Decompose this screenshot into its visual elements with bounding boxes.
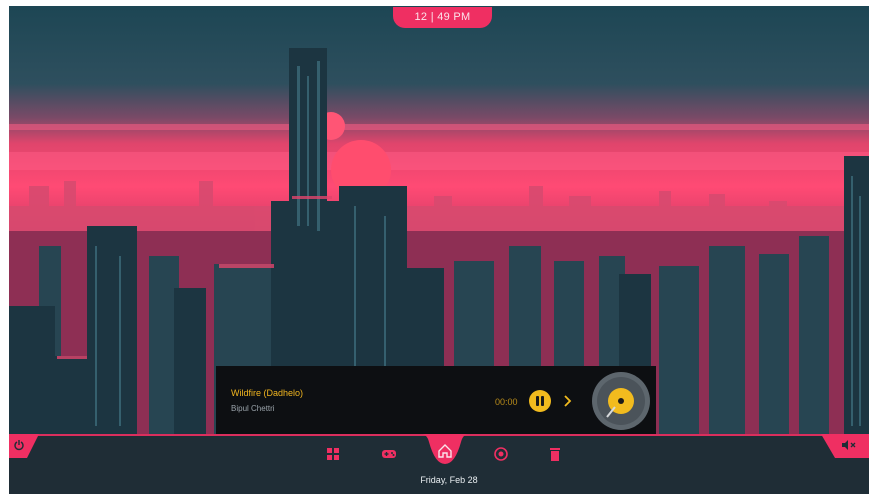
next-button[interactable] bbox=[560, 390, 574, 412]
song-time: 00:00 bbox=[495, 397, 518, 407]
apps-icon[interactable] bbox=[323, 444, 343, 464]
circle-icon[interactable] bbox=[491, 444, 511, 464]
clock-badge: 12 | 49 PM bbox=[393, 7, 492, 28]
volume-mute-icon[interactable] bbox=[841, 439, 861, 451]
chevron-right-icon bbox=[564, 395, 572, 407]
date-label: Friday, Feb 28 bbox=[420, 475, 478, 485]
home-icon[interactable] bbox=[435, 441, 455, 461]
pause-button[interactable] bbox=[529, 390, 551, 412]
gamepad-icon[interactable] bbox=[379, 444, 399, 464]
vinyl-disc-icon bbox=[592, 372, 650, 430]
power-icon[interactable] bbox=[13, 439, 25, 451]
song-title: Wildfire (Dadhelo) bbox=[231, 388, 304, 398]
music-player: Wildfire (Dadhelo) Bipul Chettri 00:00 bbox=[216, 366, 656, 434]
bottom-dock: Friday, Feb 28 bbox=[9, 434, 869, 494]
song-artist: Bipul Chettri bbox=[231, 404, 275, 413]
desktop-frame: 12 | 49 PM Wildfire (Dadhelo) Bipul Chet… bbox=[9, 6, 869, 494]
trash-icon[interactable] bbox=[545, 444, 565, 464]
